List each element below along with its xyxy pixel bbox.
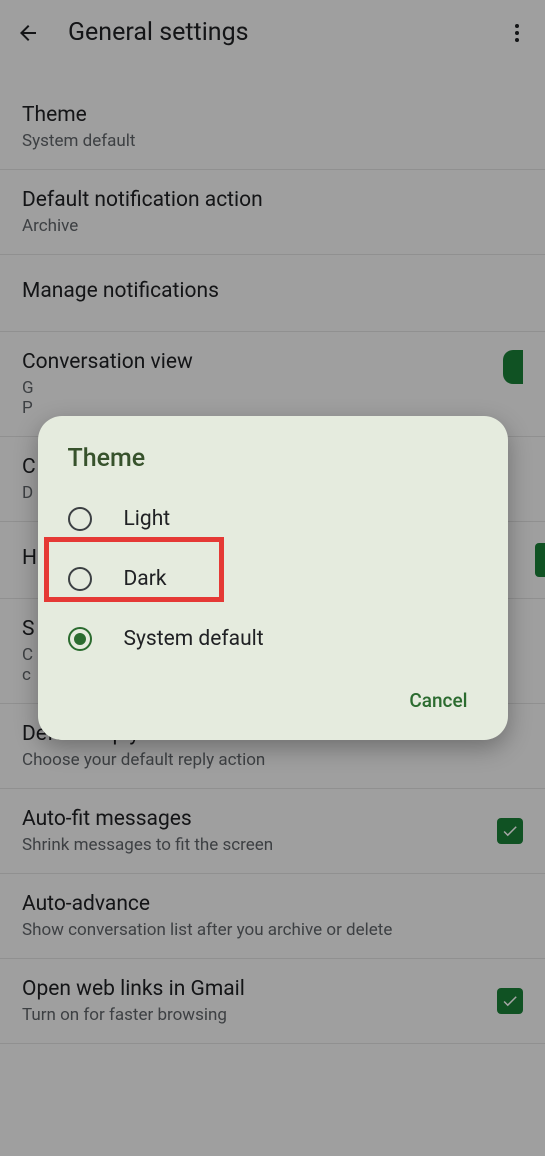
radio-label: System default xyxy=(124,627,264,651)
radio-label: Light xyxy=(124,507,171,531)
dialog-actions: Cancel xyxy=(38,669,508,720)
radio-icon xyxy=(68,507,92,531)
radio-option-light[interactable]: Light xyxy=(38,489,508,549)
theme-dialog: Theme Light Dark System default Cancel xyxy=(38,416,508,740)
cancel-button[interactable]: Cancel xyxy=(409,689,467,712)
radio-option-dark[interactable]: Dark xyxy=(38,549,508,609)
radio-label: Dark xyxy=(124,567,167,591)
radio-icon xyxy=(68,627,92,651)
radio-option-system-default[interactable]: System default xyxy=(38,609,508,669)
modal-overlay[interactable]: Theme Light Dark System default Cancel xyxy=(0,0,545,1156)
radio-icon xyxy=(68,567,92,591)
radio-selected-dot xyxy=(74,633,86,645)
dialog-title: Theme xyxy=(38,444,508,489)
